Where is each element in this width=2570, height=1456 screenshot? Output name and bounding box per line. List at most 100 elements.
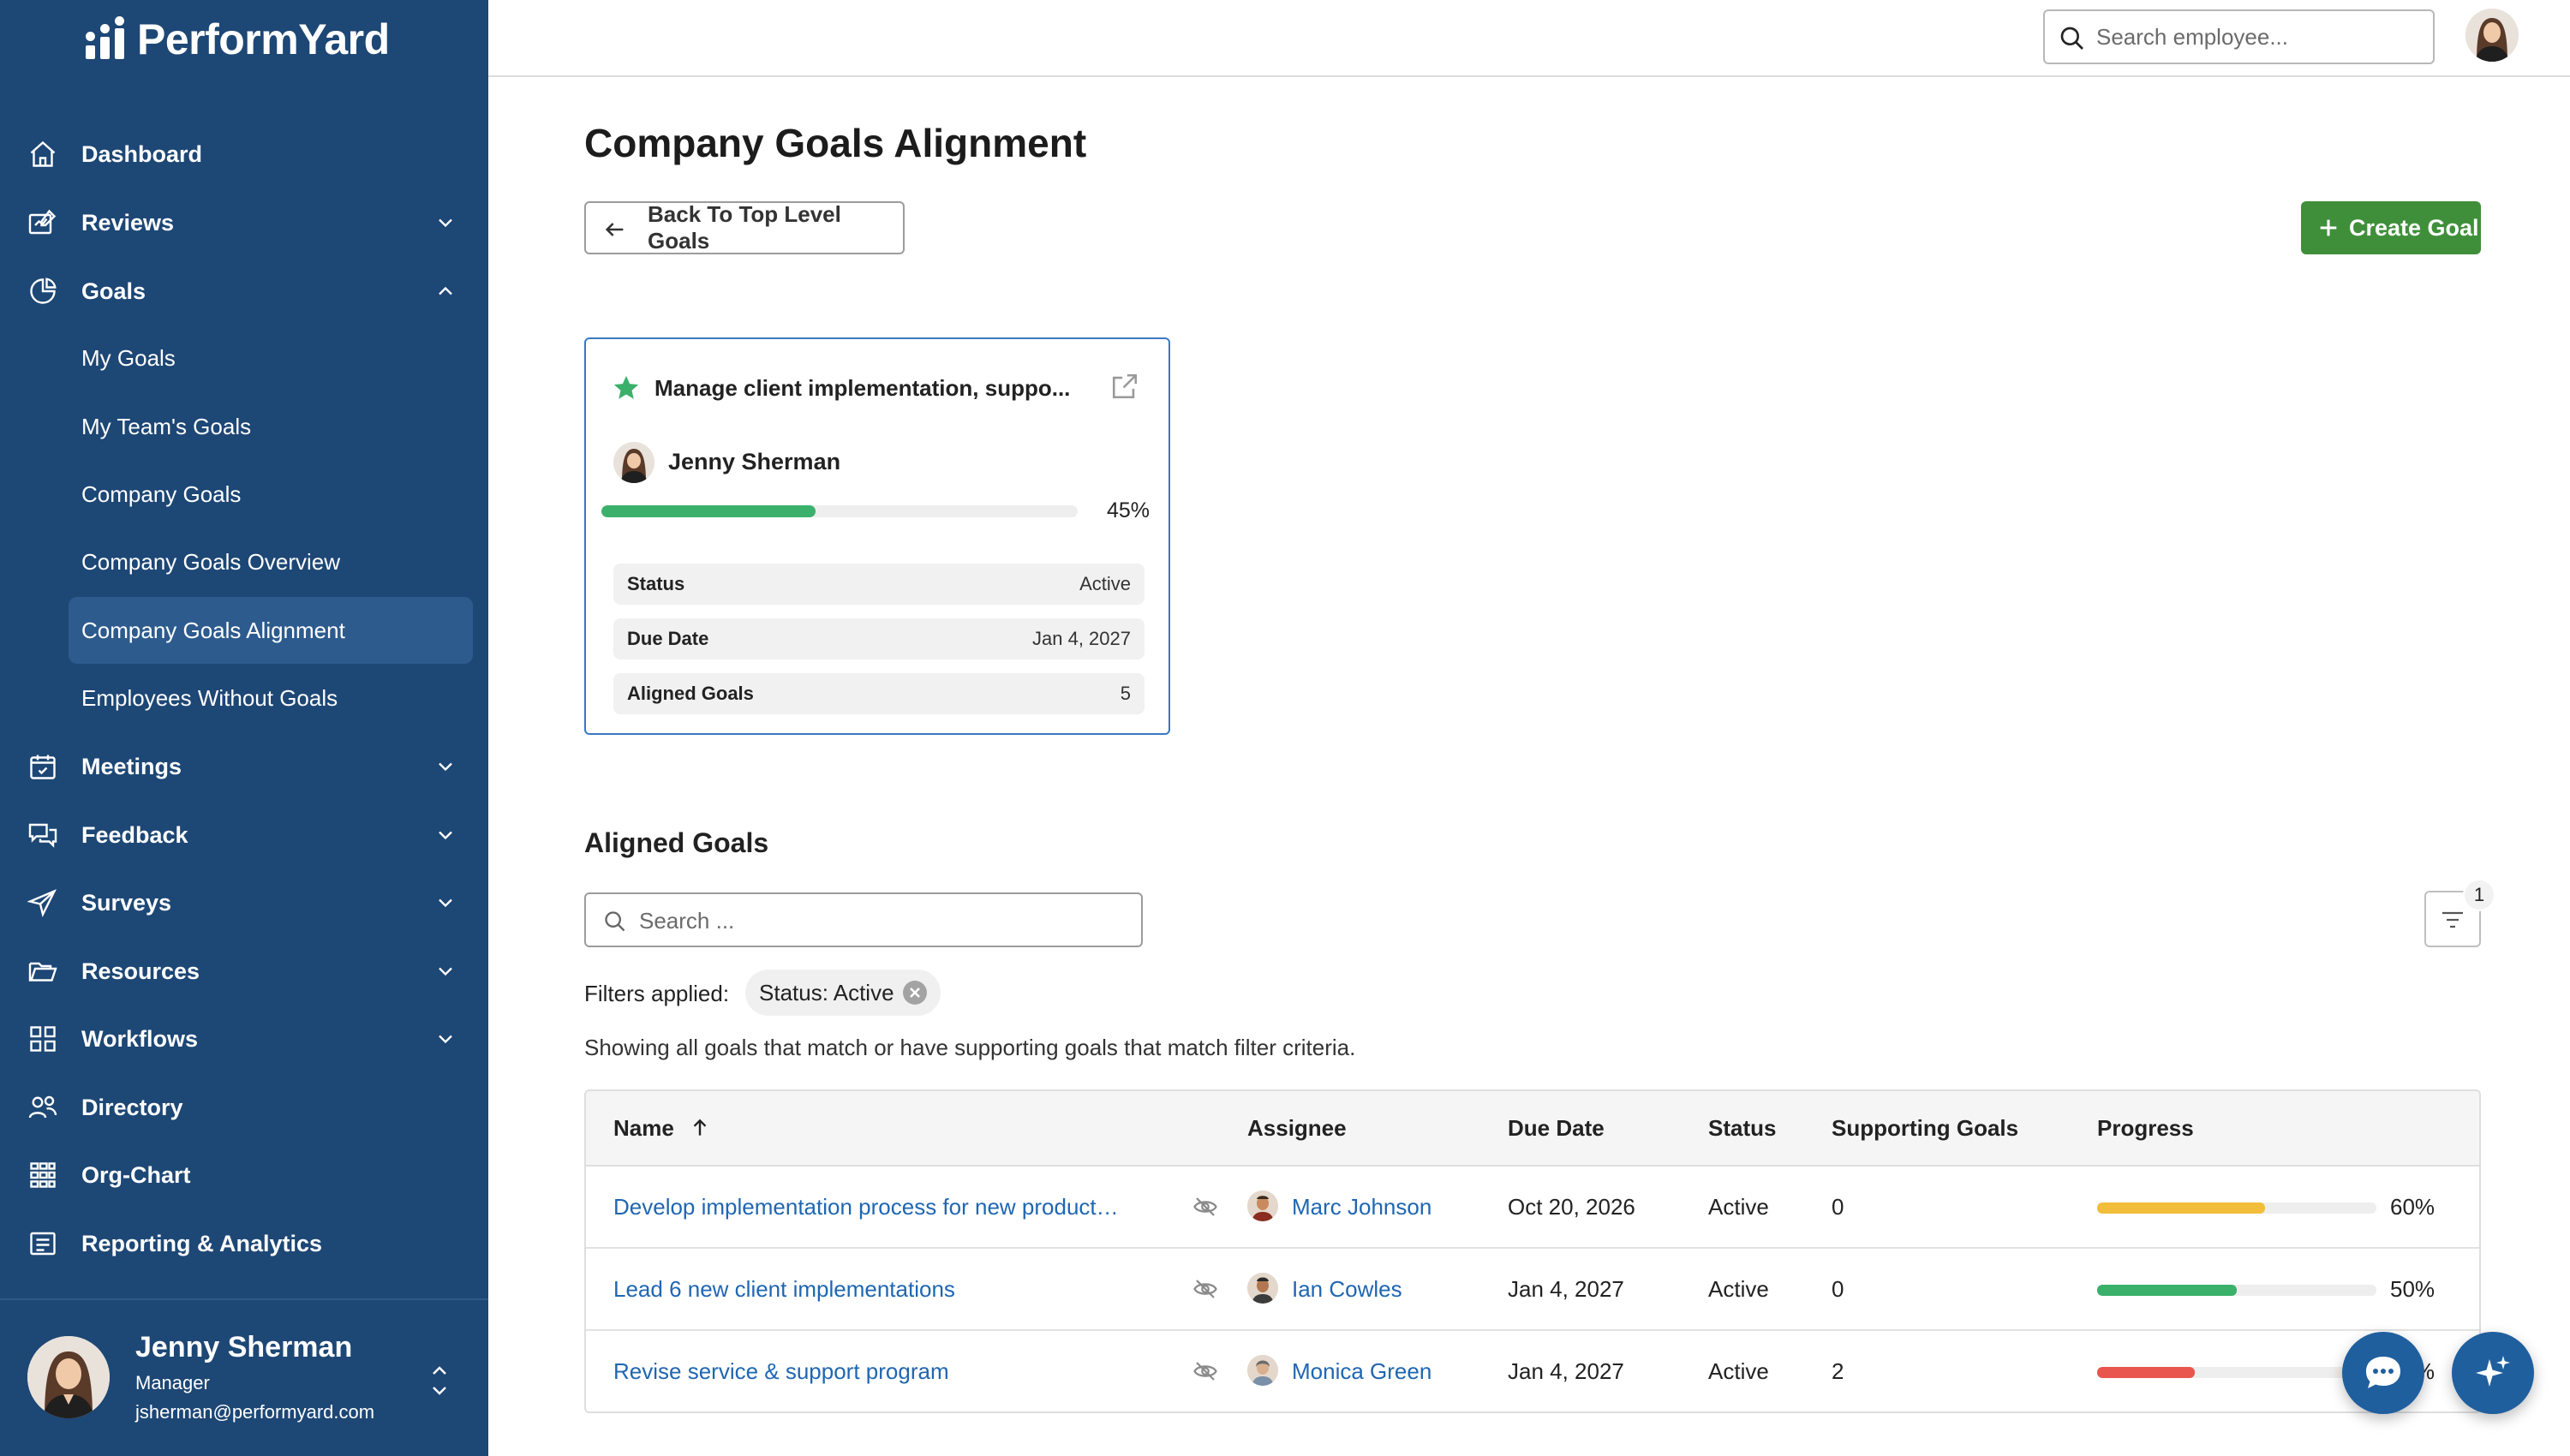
sidebar-subitem-company-goals[interactable]: Company Goals	[69, 461, 473, 528]
chevron-up-down-icon[interactable]	[427, 1357, 452, 1405]
org-chart-icon	[30, 1162, 56, 1188]
sidebar-item-dashboard[interactable]: Dashboard	[0, 120, 488, 188]
user-avatar-button[interactable]	[2465, 9, 2519, 62]
sidebar-item-meetings[interactable]: Meetings	[0, 732, 488, 801]
goal-field-due-date: Due Date Jan 4, 2027	[613, 618, 1145, 659]
table-row: Revise service & support program Monica …	[586, 1331, 2479, 1411]
ai-assistant-button[interactable]	[2452, 1332, 2534, 1414]
sidebar-subitem-employees-without-goals[interactable]: Employees Without Goals	[69, 665, 473, 731]
due-date-cell: Jan 4, 2027	[1508, 1276, 1624, 1302]
sidebar-item-label: Org-Chart	[81, 1161, 191, 1188]
chevron-down-icon	[439, 898, 452, 908]
user-profile[interactable]: Jenny Sherman Manager jsherman@performya…	[0, 1298, 488, 1456]
remove-filter-button[interactable]	[903, 981, 927, 1005]
filter-chip-label: Status: Active	[759, 979, 894, 1005]
external-link-icon[interactable]	[1110, 372, 1139, 401]
sidebar-item-resources[interactable]: Resources	[0, 937, 488, 1005]
assignee-link[interactable]: Marc Johnson	[1292, 1194, 1431, 1220]
reviews-icon	[28, 209, 57, 235]
filter-count-badge: 1	[2463, 879, 2495, 911]
sidebar-item-surveys[interactable]: Surveys	[0, 868, 488, 937]
sidebar-item-label: Reporting & Analytics	[81, 1230, 323, 1256]
chat-icon	[28, 823, 57, 848]
goals-search[interactable]	[584, 892, 1143, 947]
column-header-progress[interactable]: Progress	[2097, 1115, 2194, 1142]
sort-ascending-icon[interactable]	[689, 1117, 711, 1139]
sidebar-subitem-company-goals-overview[interactable]: Company Goals Overview	[69, 528, 473, 595]
back-to-top-level-goals-button[interactable]: Back To Top Level Goals	[584, 201, 905, 254]
column-header-supporting-goals[interactable]: Supporting Goals	[1832, 1115, 2018, 1142]
field-label: Status	[627, 573, 685, 594]
employee-search-input[interactable]	[2096, 18, 2422, 56]
status-cell: Active	[1708, 1194, 1769, 1220]
chat-support-button[interactable]	[2342, 1332, 2424, 1414]
chat-bubble-icon	[2366, 1357, 2400, 1388]
eye-off-icon[interactable]	[1192, 1358, 1218, 1384]
close-icon	[910, 988, 920, 998]
avatar	[1247, 1190, 1278, 1221]
status-cell: Active	[1708, 1358, 1769, 1384]
aligned-goals-table: Name Assignee Due Date Status Supporting…	[584, 1089, 2481, 1413]
row-progress-fill	[2097, 1202, 2265, 1214]
goal-name-link[interactable]: Develop implementation process for new p…	[613, 1194, 1119, 1220]
create-goal-button[interactable]: Create Goal	[2301, 201, 2481, 254]
sidebar-item-label: Goals	[81, 277, 146, 304]
star-icon	[613, 375, 639, 399]
avatar	[1247, 1355, 1278, 1386]
create-goal-label: Create Goal	[2349, 214, 2479, 241]
goal-name-link[interactable]: Lead 6 new client implementations	[613, 1276, 955, 1303]
chevron-down-icon	[439, 218, 452, 228]
assignee-link[interactable]: Monica Green	[1292, 1358, 1431, 1385]
assignee-link[interactable]: Ian Cowles	[1292, 1276, 1402, 1303]
sidebar-item-goals[interactable]: Goals	[0, 257, 488, 325]
report-icon	[30, 1232, 56, 1256]
sidebar-item-org-chart[interactable]: Org-Chart	[0, 1141, 488, 1209]
goal-name-link[interactable]: Revise service & support program	[613, 1358, 949, 1385]
filter-explanation-text: Showing all goals that match or have sup…	[584, 1035, 1356, 1060]
goal-owner-name: Jenny Sherman	[668, 449, 841, 474]
sidebar-subitem-my-goals[interactable]: My Goals	[69, 325, 473, 391]
eye-off-icon[interactable]	[1192, 1276, 1218, 1302]
search-icon	[2060, 27, 2083, 50]
goal-card-title[interactable]: Manage client implementation, suppo...	[654, 375, 1070, 402]
chevron-down-icon	[439, 762, 452, 772]
section-title: Aligned Goals	[584, 827, 769, 858]
column-header-assignee[interactable]: Assignee	[1247, 1115, 1347, 1142]
supporting-goals-cell: 2	[1832, 1358, 1844, 1384]
row-progress-fill	[2097, 1285, 2237, 1296]
supporting-goals-cell: 0	[1832, 1276, 1844, 1302]
row-progress-bar	[2097, 1285, 2376, 1296]
performyard-logo[interactable]: PerformYard	[86, 14, 390, 65]
back-button-label: Back To Top Level Goals	[648, 201, 841, 254]
sidebar-item-feedback[interactable]: Feedback	[0, 801, 488, 869]
chevron-down-icon	[439, 831, 452, 840]
field-value: 5	[1120, 683, 1131, 704]
sidebar-item-directory[interactable]: Directory	[0, 1073, 488, 1142]
sidebar-item-label: Surveys	[81, 889, 172, 916]
sidebar-item-workflows[interactable]: Workflows	[0, 1005, 488, 1073]
employee-search[interactable]	[2043, 9, 2435, 64]
due-date-cell: Jan 4, 2027	[1508, 1358, 1624, 1384]
avatar-portrait-icon	[1247, 1273, 1278, 1304]
eye-off-icon[interactable]	[1192, 1194, 1218, 1220]
sidebar-item-reviews[interactable]: Reviews	[0, 188, 488, 257]
column-header-status[interactable]: Status	[1708, 1115, 1776, 1142]
sidebar-subitem-company-goals-alignment[interactable]: Company Goals Alignment	[69, 597, 473, 664]
sidebar-subitem-my-teams-goals[interactable]: My Team's Goals	[69, 393, 473, 460]
sidebar-item-reporting-analytics[interactable]: Reporting & Analytics	[0, 1209, 488, 1278]
sparkle-icon	[2476, 1356, 2510, 1387]
goal-progress-fill	[601, 505, 816, 517]
sidebar-subitem-label: Company Goals	[81, 480, 242, 507]
sidebar-subitem-label: Company Goals Overview	[81, 548, 340, 575]
column-header-due-date[interactable]: Due Date	[1508, 1115, 1605, 1142]
column-header-name[interactable]: Name	[613, 1115, 674, 1142]
goal-field-status: Status Active	[613, 564, 1145, 605]
page-title: Company Goals Alignment	[584, 121, 1087, 165]
sidebar-item-label: Reviews	[81, 209, 175, 236]
row-progress-percent: 50%	[2390, 1276, 2436, 1302]
sidebar-item-label: Resources	[81, 958, 200, 984]
goals-search-input[interactable]	[639, 903, 1119, 939]
avatar-portrait-icon	[2465, 9, 2519, 62]
filter-chip-status: Status: Active	[745, 970, 941, 1016]
logo-mark-icon	[86, 16, 125, 59]
